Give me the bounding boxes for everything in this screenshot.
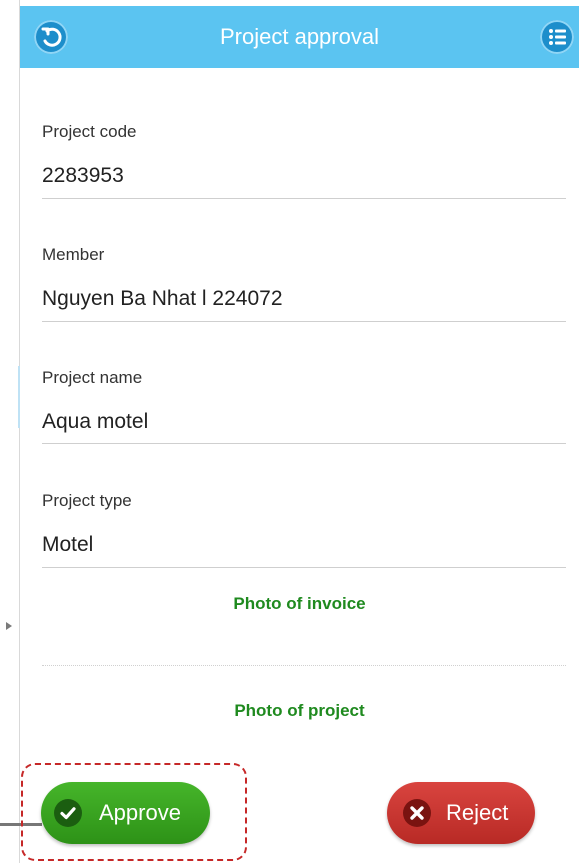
- photo-of-project-link[interactable]: Photo of project: [20, 701, 579, 721]
- project-name-label: Project name: [42, 368, 143, 387]
- left-border-accent: [18, 366, 20, 428]
- project-name-input[interactable]: [42, 410, 562, 434]
- photo-divider: [42, 665, 566, 666]
- project-code-label: Project code: [42, 122, 137, 141]
- project-name-field: Project name: [42, 366, 566, 444]
- list-menu-icon: [549, 29, 566, 45]
- project-approval-screen: Project approval Project code Member: [0, 0, 579, 863]
- project-code-input[interactable]: [42, 164, 562, 188]
- x-circle-icon: [403, 799, 431, 827]
- project-type-field: Project type: [42, 489, 566, 568]
- member-input[interactable]: [42, 287, 562, 311]
- approve-label: Approve: [99, 800, 181, 825]
- header-bar: Project approval: [20, 6, 579, 68]
- project-type-input[interactable]: [42, 533, 562, 557]
- approve-button[interactable]: Approve: [41, 782, 210, 844]
- reject-button[interactable]: Reject: [387, 782, 535, 844]
- back-button[interactable]: [34, 20, 68, 54]
- photo-of-invoice-link[interactable]: Photo of invoice: [20, 594, 579, 614]
- project-type-label: Project type: [42, 491, 132, 510]
- page-title: Project approval: [220, 24, 379, 49]
- reject-label: Reject: [446, 800, 509, 825]
- back-arrow-icon: [41, 27, 62, 47]
- menu-button[interactable]: [540, 20, 574, 54]
- left-border-line: [19, 0, 20, 863]
- check-circle-icon: [54, 799, 82, 827]
- member-field: Member: [42, 243, 566, 322]
- member-label: Member: [42, 245, 105, 264]
- project-code-field: Project code: [42, 120, 566, 199]
- callout-arrow-icon: [6, 622, 12, 630]
